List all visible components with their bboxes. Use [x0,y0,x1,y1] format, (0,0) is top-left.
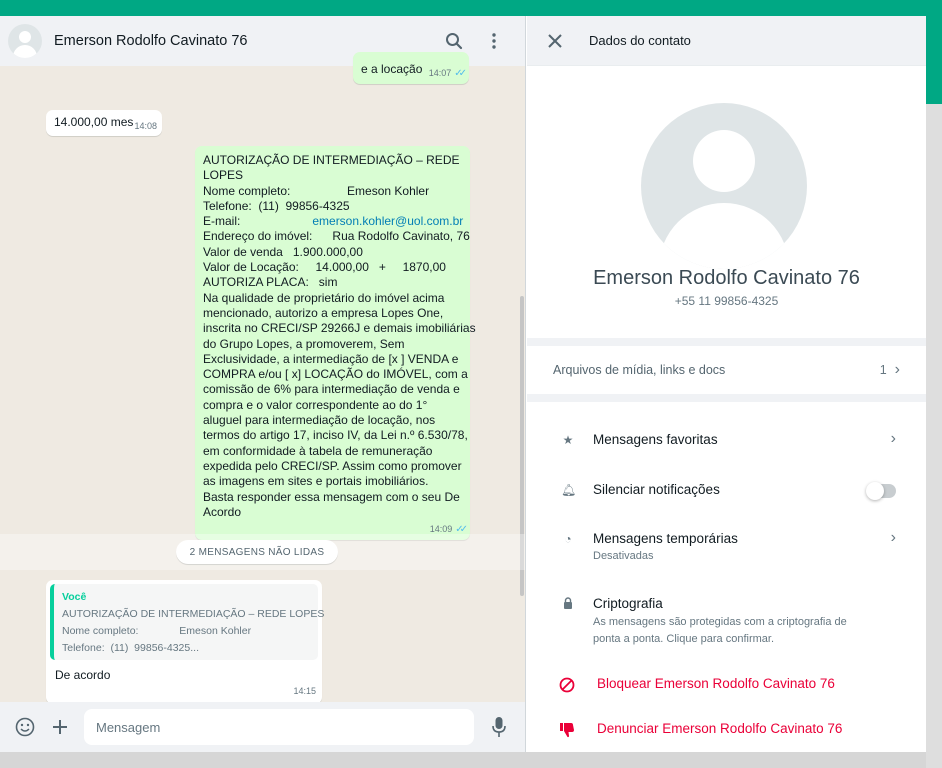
quote-line: Nome completo: Emeson Kohler [62,625,252,637]
message-bubble[interactable]: Você AUTORIZAÇÃO DE INTERMEDIAÇÃO – REDE… [46,580,325,704]
contact-info-pane: Dados do contato Emerson Rodolfo Cavinat… [527,16,926,752]
message-line: Nome completo: Emeson Kohler [203,183,430,198]
read-ticks-icon: ✓✓ [454,67,467,79]
composer [0,702,525,752]
media-count: 1 [879,363,887,377]
thumbs-down-icon [559,722,574,741]
message-line: COMPRA e/ou [ x] LOCAÇÃO do IMÓVEL, com … [203,367,468,382]
profile-avatar[interactable] [641,103,807,269]
emoji-icon[interactable] [10,712,40,742]
whatsapp-window: Emerson Rodolfo Cavinato 76 e a locação … [0,16,926,752]
menu-icon[interactable] [474,21,514,61]
close-icon[interactable] [545,31,565,51]
timer-icon: ◔ [564,532,572,546]
star-icon: ★ [562,433,574,447]
message-line: Acordo [203,504,242,519]
attach-plus-icon[interactable] [45,712,75,742]
disappearing-messages-status: Desativadas [593,550,654,562]
message-meta: 14:15 [293,684,316,699]
lock-icon [561,597,575,648]
window-edge-accent [926,16,942,104]
profile-phone: +55 11 99856-4325 [674,294,779,308]
encryption-description: ponta a ponta. Clique para confirmar. [593,633,775,645]
encryption-row[interactable]: Criptografia As mensagens são protegidas… [527,596,926,648]
message-line: em conformidade à tabela de remuneração [203,443,433,458]
message-line: comissão de 6% para intermediação de ven… [203,382,460,397]
message-meta: 14:07 ✓✓ [428,66,467,81]
chevron-right-icon: › [890,529,896,546]
profile-section: Emerson Rodolfo Cavinato 76 +55 11 99856… [527,66,926,338]
block-icon [559,677,575,696]
message-line: inscrita no CRECI/SP 29266J e demais imo… [203,321,476,336]
block-contact-label: Bloquear Emerson Rodolfo Cavinato 76 [597,676,835,691]
chevron-right-icon: › [894,361,900,378]
message-text: e a locação [361,62,423,76]
message-time: 14:15 [293,685,316,696]
message-line: Valor de venda 1.900.000,00 [203,244,363,259]
report-contact-label: Denunciar Emerson Rodolfo Cavinato 76 [597,721,843,736]
media-links-docs-row[interactable]: Arquivos de mídia, links e docs 1 › [527,346,926,394]
window-bottom-edge [0,752,926,768]
starred-messages-row[interactable]: ★ Mensagens favoritas › [527,430,926,447]
quoted-message[interactable]: Você AUTORIZAÇÃO DE INTERMEDIAÇÃO – REDE… [50,584,325,660]
message-line: termos do artigo 17, inciso IV, da Lei n… [203,428,468,443]
message-line: Valor de Locação: 14.000,00 + 1870,00 [203,260,446,275]
message-line: compra e o valor correspondente ao do 1° [203,397,428,412]
quote-author: Você [62,591,87,603]
message-line: Telefone: (11) 99856-4325 [203,198,350,213]
message-meta: 14:08 [134,119,157,134]
message-line: Basta responder essa mensagem com o seu … [203,489,460,504]
encryption-description: As mensagens são protegidas com a cripto… [593,616,847,628]
contact-info-title: Dados do contato [589,33,691,48]
message-text: 14.000,00 mes [54,115,134,129]
message-line: Na qualidade de proprietário do imóvel a… [203,290,445,305]
contact-settings: ★ Mensagens favoritas › 🔔︎ Silenciar not… [527,402,926,752]
message-list[interactable]: e a locação 14:07 ✓✓ 14.000,00 mes 14:08… [0,52,525,704]
contact-info-header: Dados do contato [527,16,926,66]
message-line: AUTORIZAÇÃO DE INTERMEDIAÇÃO – REDE [203,153,460,167]
message-line: as imagens em sites e portais imobiliári… [203,474,429,489]
message-line: Exclusividade, a intermediação de [x ] V… [203,351,459,366]
message-line: Endereço do imóvel: Rua Rodolfo Cavinato… [203,229,470,244]
message-time: 14:07 [428,67,452,78]
email-label: E-mail: [203,214,241,229]
message-line: expedida pelo CRECI/SP. Assim como promo… [203,458,462,473]
message-line: AUTORIZA PLACA: sim [203,275,338,290]
chat-pane: Emerson Rodolfo Cavinato 76 e a locação … [0,16,526,752]
unread-badge: 2 MENSAGENS NÃO LIDAS [176,540,338,564]
message-line: do Grupo Lopes, a promoverem, Sem [203,336,405,351]
quote-line: Telefone: (11) 99856-4325... [62,642,199,654]
message-bubble[interactable]: AUTORIZAÇÃO DE INTERMEDIAÇÃO – REDE LOPE… [195,146,476,540]
message-line: aluguel para intermediação de locação, n… [203,413,436,428]
avatar[interactable] [8,24,42,58]
encryption-label: Criptografia [593,596,663,611]
message-bubble[interactable]: e a locação 14:07 ✓✓ [353,52,469,84]
chat-contact-name[interactable]: Emerson Rodolfo Cavinato 76 [54,33,434,49]
bell-icon: 🔔︎ [561,483,577,497]
profile-name: Emerson Rodolfo Cavinato 76 [593,267,860,289]
microphone-icon[interactable] [484,712,514,742]
message-line: LOPES [203,168,244,183]
report-contact-row[interactable]: Denunciar Emerson Rodolfo Cavinato 76 [527,721,926,741]
message-time: 14:08 [134,120,157,131]
message-text: De acordo [55,668,111,682]
app-top-bar [0,0,942,16]
email-link[interactable]: emerson.kohler@uol.com.br [312,214,463,228]
disappearing-messages-label: Mensagens temporárias [593,531,738,546]
message-bubble[interactable]: 14.000,00 mes 14:08 [46,110,162,136]
window-edge [926,104,942,768]
chevron-right-icon: › [890,430,896,447]
message-line: mencionado, autorizo a empresa Lopes One… [203,305,444,320]
block-contact-row[interactable]: Bloquear Emerson Rodolfo Cavinato 76 [527,676,926,696]
message-input[interactable] [84,709,474,745]
email-line: E-mail: emerson.kohler@uol.com.br [203,214,465,229]
starred-messages-label: Mensagens favoritas [593,432,718,447]
media-links-docs-label: Arquivos de mídia, links e docs [553,363,726,377]
quote-line: AUTORIZAÇÃO DE INTERMEDIAÇÃO – REDE LOPE… [62,608,325,620]
mute-toggle[interactable] [866,482,896,500]
disappearing-messages-row[interactable]: ◔ Mensagens temporárias Desativadas › [527,529,926,565]
mute-notifications-row[interactable]: 🔔︎ Silenciar notificações [527,482,926,500]
message-text: AUTORIZAÇÃO DE INTERMEDIAÇÃO – REDE LOPE… [203,153,476,520]
